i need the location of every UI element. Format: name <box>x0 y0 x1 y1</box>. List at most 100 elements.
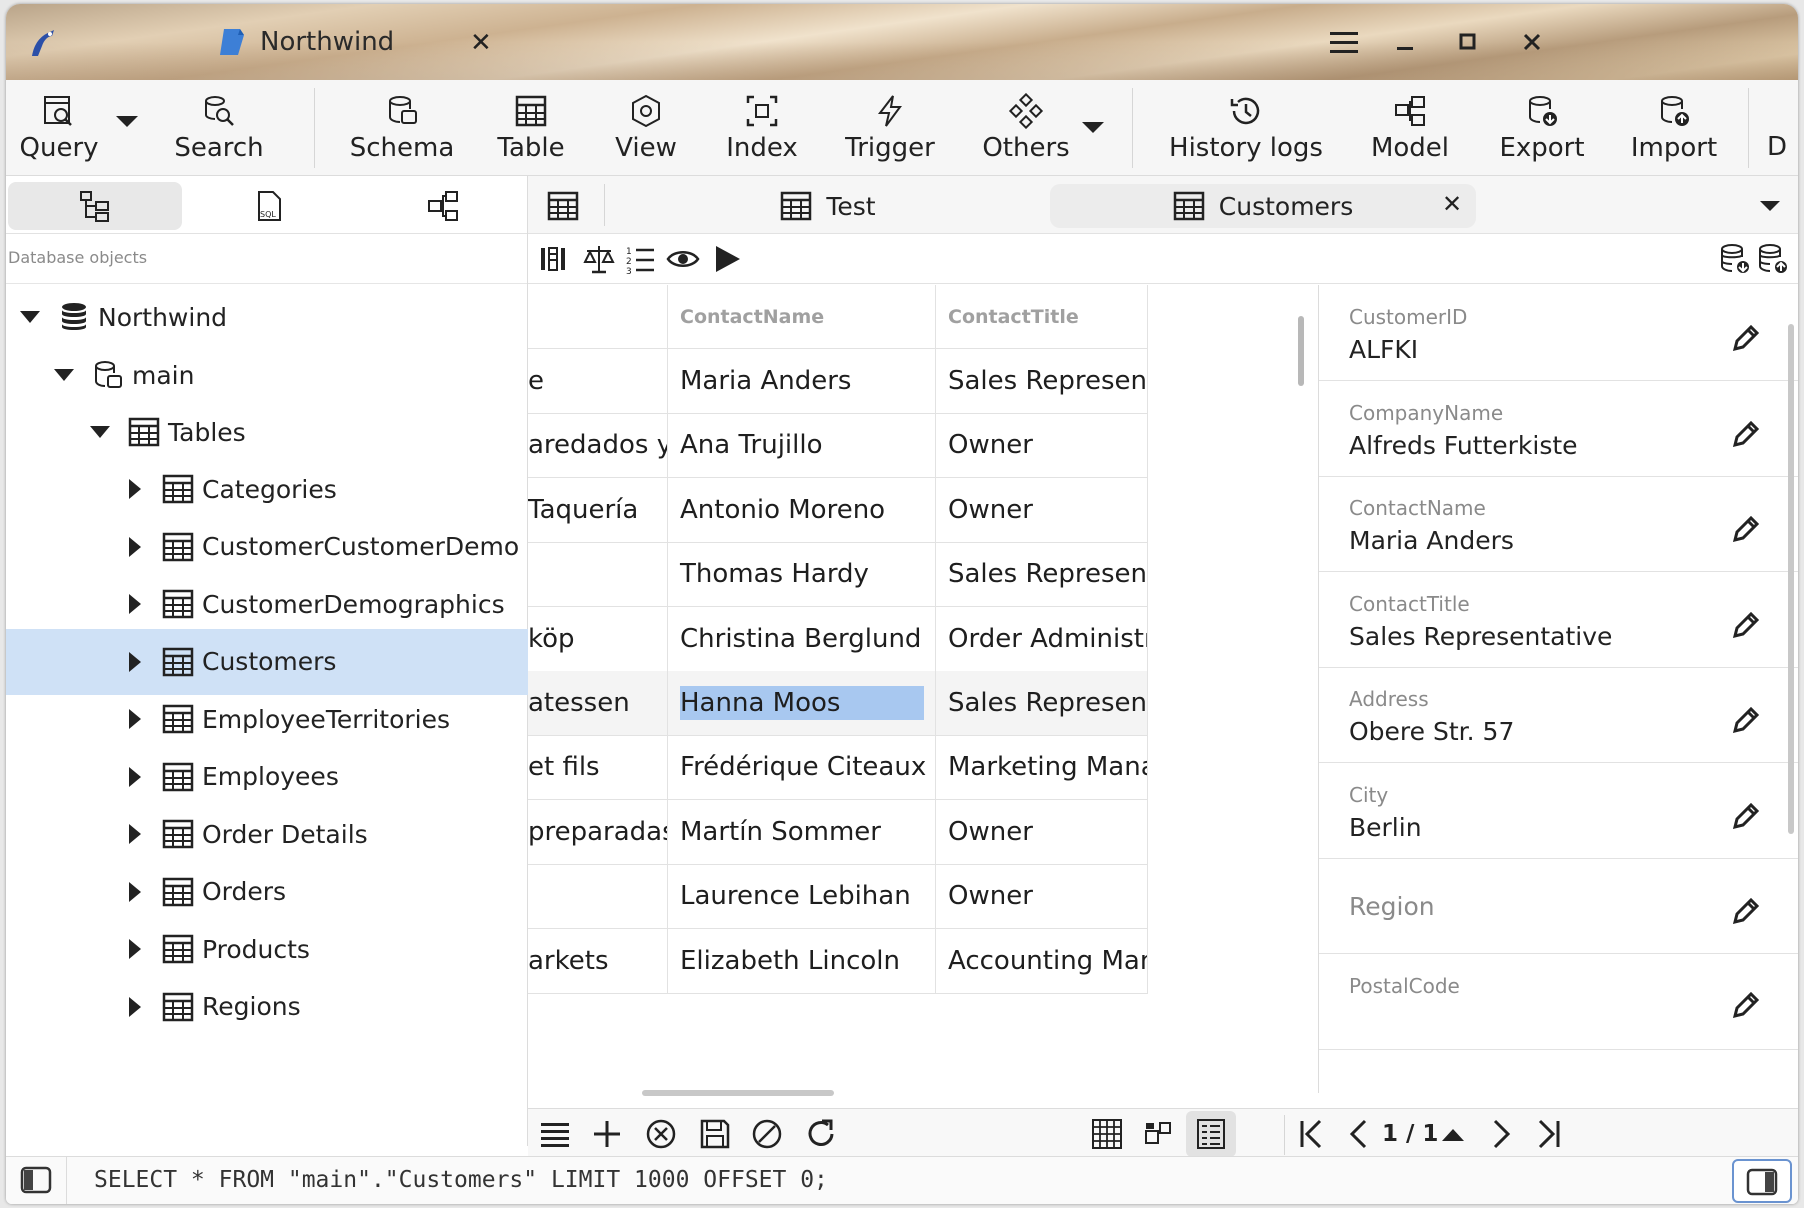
table-cell[interactable]: arkets <box>528 928 668 994</box>
form-view-icon[interactable] <box>1142 1117 1176 1151</box>
index-button[interactable]: Index <box>718 80 806 176</box>
menu-icon[interactable] <box>1324 22 1364 62</box>
cancel-icon[interactable] <box>750 1117 784 1151</box>
run-icon[interactable] <box>710 242 744 276</box>
maximize-icon[interactable] <box>1448 22 1488 62</box>
table-cell[interactable]: Taquería <box>528 477 668 543</box>
table-cell[interactable]: Hanna Moos <box>668 671 936 736</box>
table-cell[interactable]: Order Administrator <box>936 606 1148 672</box>
pencil-icon[interactable] <box>1729 894 1763 928</box>
sql-files-tab[interactable]: SQL <box>182 182 356 230</box>
chevron-down-icon[interactable] <box>90 422 110 442</box>
table-cell[interactable]: e <box>528 349 668 414</box>
table-cell[interactable]: atessen <box>528 671 668 736</box>
grid-vertical-scrollbar[interactable] <box>1298 316 1304 386</box>
table-cell[interactable]: Maria Anders <box>668 349 936 414</box>
toggle-right-panel-button[interactable] <box>1732 1159 1792 1203</box>
db-export-icon[interactable] <box>1718 242 1752 276</box>
window-tab-close-icon[interactable]: ✕ <box>470 28 492 58</box>
field-value[interactable]: Maria Anders <box>1349 526 1514 555</box>
tab-customers[interactable]: Customers <box>1050 184 1476 228</box>
query-dropdown-chevron-icon[interactable] <box>114 114 140 134</box>
table-cell[interactable]: Sales Representativ <box>936 349 1148 414</box>
delete-row-icon[interactable] <box>644 1117 678 1151</box>
table-cell[interactable]: Antonio Moreno <box>668 477 936 543</box>
add-row-icon[interactable] <box>590 1117 624 1151</box>
tab-close-icon[interactable]: ✕ <box>1442 190 1462 218</box>
tree-item-table-customercustomerdemo[interactable]: CustomerCustomerDemo <box>6 514 528 580</box>
close-icon[interactable] <box>1512 22 1552 62</box>
column-header[interactable]: ContactTitle <box>936 285 1148 349</box>
others-button[interactable]: Others <box>978 80 1074 176</box>
grid-horizontal-scrollbar[interactable] <box>642 1090 834 1096</box>
model-button[interactable]: Model <box>1366 80 1454 176</box>
tree-item-table-employees[interactable]: Employees <box>6 744 528 810</box>
pencil-icon[interactable] <box>1729 417 1763 451</box>
table-cell[interactable]: Martín Sommer <box>668 799 936 865</box>
others-dropdown-chevron-icon[interactable] <box>1080 120 1106 140</box>
pencil-icon[interactable] <box>1729 988 1763 1022</box>
table-cell[interactable]: Christina Berglund <box>668 606 936 672</box>
tree-view-tab[interactable] <box>8 182 182 230</box>
table-cell[interactable]: Thomas Hardy <box>668 542 936 608</box>
new-table-tab[interactable] <box>538 184 588 228</box>
table-cell[interactable]: Marketing Manager <box>936 735 1148 801</box>
chevron-down-icon[interactable] <box>54 365 74 385</box>
pencil-icon[interactable] <box>1729 703 1763 737</box>
previous-record-icon[interactable] <box>1342 1117 1376 1151</box>
tree-item-northwind[interactable]: Northwind <box>6 284 528 350</box>
table-cell[interactable]: Owner <box>936 413 1148 479</box>
table-cell[interactable]: Frédérique Citeaux <box>668 735 936 801</box>
view-button[interactable]: View <box>606 80 686 176</box>
chevron-right-icon[interactable] <box>124 766 144 787</box>
menu-list-icon[interactable] <box>538 1117 572 1151</box>
chevron-right-icon[interactable] <box>124 594 144 614</box>
tree-item-table-orders[interactable]: Orders <box>6 859 528 925</box>
chevron-right-icon[interactable] <box>124 824 144 844</box>
chevron-right-icon[interactable] <box>124 709 144 729</box>
table-cell[interactable] <box>528 864 668 930</box>
chevron-right-icon[interactable] <box>124 651 144 672</box>
export-button[interactable]: Export <box>1494 80 1590 176</box>
grid-view-icon[interactable] <box>1090 1117 1124 1151</box>
column-header[interactable]: ContactName <box>668 285 936 349</box>
db-import-icon[interactable] <box>1756 242 1790 276</box>
columns-icon[interactable] <box>538 242 572 276</box>
chevron-right-icon[interactable] <box>124 996 144 1017</box>
data-grid[interactable]: ContactName ContactTitle e Maria Anders Sale… <box>528 285 1318 1093</box>
table-cell[interactable] <box>528 542 668 608</box>
pencil-icon[interactable] <box>1729 512 1763 546</box>
pencil-icon[interactable] <box>1729 321 1763 355</box>
table-cell[interactable]: Owner <box>936 477 1148 543</box>
last-record-icon[interactable] <box>1532 1117 1566 1151</box>
first-record-icon[interactable] <box>1294 1117 1328 1151</box>
ordered-list-icon[interactable]: 123 <box>624 242 658 276</box>
tab-test[interactable]: Test <box>668 184 988 228</box>
table-button[interactable]: Table <box>490 80 572 176</box>
field-value[interactable]: Alfreds Futterkiste <box>1349 431 1578 460</box>
search-button[interactable]: Search <box>174 80 264 176</box>
trigger-button[interactable]: Trigger <box>840 80 940 176</box>
record-view-icon[interactable] <box>1194 1117 1228 1151</box>
chevron-right-icon[interactable] <box>124 479 144 499</box>
table-cell[interactable]: Laurence Lebihan <box>668 864 936 930</box>
balance-icon[interactable] <box>582 242 616 276</box>
tree-item-table-customers[interactable]: Customers <box>6 628 528 695</box>
next-record-icon[interactable] <box>1484 1117 1518 1151</box>
field-value[interactable]: Obere Str. 57 <box>1349 717 1514 746</box>
tree-item-table-regions[interactable]: Regions <box>6 974 528 1040</box>
detail-scrollbar[interactable] <box>1788 324 1794 834</box>
table-cell[interactable]: Owner <box>936 799 1148 865</box>
field-value[interactable]: ALFKI <box>1349 335 1418 364</box>
eye-icon[interactable] <box>666 242 700 276</box>
table-cell[interactable]: köp <box>528 606 668 672</box>
model-tab[interactable] <box>356 182 530 230</box>
tree-item-table-products[interactable]: Products <box>6 916 528 982</box>
toggle-left-panel-icon[interactable] <box>20 1165 52 1195</box>
chevron-right-icon[interactable] <box>124 881 144 902</box>
window-tab[interactable]: Northwind <box>218 18 394 66</box>
field-value[interactable]: Sales Representative <box>1349 622 1612 651</box>
query-button[interactable]: Query <box>20 80 99 176</box>
field-value[interactable]: Berlin <box>1349 813 1422 842</box>
tree-item-table-employeeterritories[interactable]: EmployeeTerritories <box>6 686 528 752</box>
